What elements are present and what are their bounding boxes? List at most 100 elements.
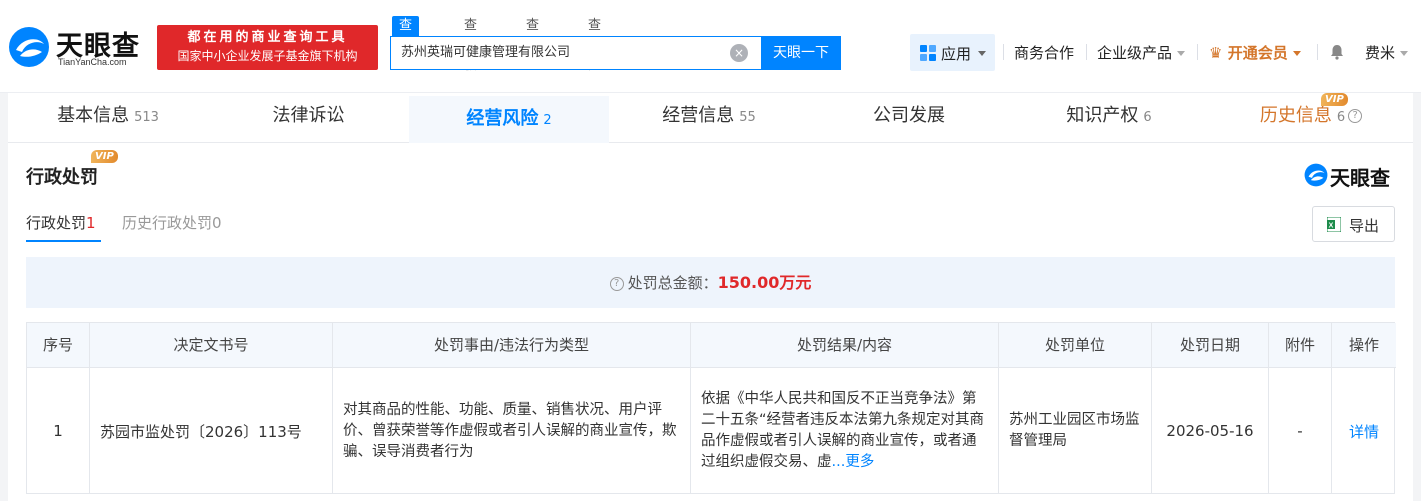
search-tab-risk[interactable]: 查风险 xyxy=(581,16,608,73)
tab-label: 公司发展 xyxy=(873,105,945,126)
promo-banner[interactable]: 都在用的商业查询工具 国家中小企业发展子基金旗下机构 xyxy=(157,25,378,70)
crown-icon: ♛ xyxy=(1209,44,1223,62)
th-attachment: 附件 xyxy=(1269,323,1332,367)
excel-icon: X xyxy=(1327,217,1341,232)
tab-business-info[interactable]: 经营信息 55 xyxy=(609,93,809,143)
section-title: 行政处罚 xyxy=(26,167,98,188)
th-reason: 处罚事由/违法行为类型 xyxy=(333,323,691,367)
help-icon[interactable]: ? xyxy=(609,276,624,291)
chevron-down-icon xyxy=(1292,51,1301,56)
tab-history[interactable]: 历史信息 6? xyxy=(1209,93,1413,143)
tab-count: 6 xyxy=(1143,110,1152,125)
chevron-down-icon xyxy=(1399,51,1408,56)
tab-label: 经营风险 xyxy=(466,108,539,129)
search-input[interactable]: 苏州英瑞可健康管理有限公司 xyxy=(401,37,731,69)
nav-divider xyxy=(1086,44,1087,60)
th-result: 处罚结果/内容 xyxy=(691,323,999,367)
tab-development[interactable]: 公司发展 xyxy=(809,93,1009,143)
tab-count: 2 xyxy=(543,113,552,128)
tab-label: 知识产权 xyxy=(1066,105,1139,126)
search-button[interactable]: 天眼一下 xyxy=(761,36,841,70)
tab-business-risk[interactable]: 经营风险 2 xyxy=(409,93,609,143)
td-result: 依据《中华人民共和国反不正当竞争法》第二十五条“经营者违反本法第九条规定对其商品… xyxy=(691,368,999,494)
main-card: 基本信息 513 法律诉讼 经营风险 2 经营信息 55 公司发展 知识产权 6 历史信… xyxy=(8,93,1413,501)
th-doc-no: 决定文书号 xyxy=(90,323,333,367)
nav-divider xyxy=(1003,44,1004,60)
nav-divider xyxy=(1317,44,1318,60)
logo-mark-icon xyxy=(1304,163,1328,187)
chevron-down-icon xyxy=(1176,51,1185,56)
tab-ip[interactable]: 知识产权 6 xyxy=(1009,93,1209,143)
subtab-penalty[interactable]: 行政处罚1 xyxy=(26,212,96,233)
vip-badge: VIP xyxy=(91,150,118,163)
search-tab-relation[interactable]: 查关系 xyxy=(519,16,546,73)
nav-business[interactable]: 商务合作 xyxy=(1014,42,1074,63)
more-link[interactable]: ...更多 xyxy=(832,454,875,470)
export-label: 导出 xyxy=(1349,217,1380,235)
tab-label: 基本信息 xyxy=(57,105,130,126)
td-attachment: - xyxy=(1269,368,1332,494)
nav-enterprise-label: 企业级产品 xyxy=(1097,44,1173,62)
td-action: 详情 xyxy=(1332,368,1396,494)
tianyancha-logo[interactable]: 天眼查 TianYanCha.com xyxy=(8,24,148,70)
summary-label: 处罚总金额： xyxy=(627,274,718,292)
td-doc-no: 苏园市监处罚〔2026〕113号 xyxy=(90,368,333,494)
tab-legal[interactable]: 法律诉讼 xyxy=(208,93,409,143)
grid-icon xyxy=(920,45,936,61)
summary-amount: 150.00万元 xyxy=(717,273,812,292)
subtab-active-indicator xyxy=(26,240,101,242)
tab-count: 55 xyxy=(739,110,756,125)
nav-vip[interactable]: ♛ 开通会员 xyxy=(1209,42,1301,63)
bell-icon[interactable] xyxy=(1329,44,1345,60)
svg-text:X: X xyxy=(1329,223,1334,230)
banner-line1: 都在用的商业查询工具 xyxy=(187,30,348,45)
nav-enterprise[interactable]: 企业级产品 xyxy=(1097,42,1185,63)
nav-vip-label: 开通会员 xyxy=(1227,44,1288,62)
banner-line2: 国家中小企业发展子基金旗下机构 xyxy=(177,49,358,63)
brand-watermark-text: 天眼查 xyxy=(1330,166,1390,190)
td-unit-text: 苏州工业园区市场监督管理局 xyxy=(1009,412,1140,449)
subtab-history-penalty[interactable]: 历史行政处罚0 xyxy=(122,212,222,233)
nav-user-label: 费米 xyxy=(1365,44,1396,62)
search-tab-boss[interactable]: 查老板 xyxy=(457,16,484,73)
tab-count: 513 xyxy=(134,110,159,125)
top-header: 天眼查 TianYanCha.com 都在用的商业查询工具 国家中小企业发展子基… xyxy=(0,0,1421,93)
nav-divider xyxy=(1197,44,1198,60)
td-reason: 对其商品的性能、功能、质量、销售状况、用户评价、曾获荣誉等作虚假或者引人误解的商… xyxy=(333,368,691,494)
detail-link[interactable]: 详情 xyxy=(1349,421,1379,442)
nav-user[interactable]: 费米 xyxy=(1365,42,1408,63)
tab-label: 经营信息 xyxy=(662,105,735,126)
td-reason-text: 对其商品的性能、功能、质量、销售状况、用户评价、曾获荣誉等作虚假或者引人误解的商… xyxy=(343,401,677,460)
chevron-down-icon xyxy=(978,51,986,56)
tab-label: 法律诉讼 xyxy=(272,105,345,126)
td-date: 2026-05-16 xyxy=(1152,368,1269,494)
close-circle-icon[interactable]: × xyxy=(730,44,748,62)
nav-app-menu[interactable]: 应用 xyxy=(910,34,995,71)
search-box: 苏州英瑞可健康管理有限公司 × 天眼一下 xyxy=(390,36,841,70)
th-index: 序号 xyxy=(27,323,90,367)
main-tabs: 基本信息 513 法律诉讼 经营风险 2 经营信息 55 公司发展 知识产权 6 历史信… xyxy=(8,93,1413,143)
logo-domain: TianYanCha.com xyxy=(58,57,127,67)
tab-basic-info[interactable]: 基本信息 513 xyxy=(8,93,208,143)
export-button[interactable]: X 导出 xyxy=(1312,206,1395,242)
nav-app-label: 应用 xyxy=(941,45,972,63)
td-index: 1 xyxy=(27,368,90,494)
subtab-count: 1 xyxy=(86,214,96,232)
penalty-summary: ? 处罚总金额：150.00万元 xyxy=(26,257,1395,308)
th-date: 处罚日期 xyxy=(1152,323,1269,367)
logo-mark-icon xyxy=(9,27,49,67)
subtab-label: 行政处罚 xyxy=(26,214,87,232)
th-unit: 处罚单位 xyxy=(999,323,1152,367)
help-icon[interactable]: ? xyxy=(1348,109,1363,123)
td-result-text: 依据《中华人民共和国反不正当竞争法》第二十五条“经营者违反本法第九条规定对其商品… xyxy=(701,389,988,473)
search-tab-company[interactable]: 查公司 xyxy=(392,16,420,73)
tab-count: 6 xyxy=(1336,110,1346,125)
vip-badge: VIP xyxy=(1321,93,1348,106)
subtab-count: 0 xyxy=(212,214,222,232)
table-row: 1 苏园市监处罚〔2026〕113号 对其商品的性能、功能、质量、销售状况、用户… xyxy=(27,368,1396,494)
tab-label: 历史信息 xyxy=(1259,105,1332,126)
td-unit: 苏州工业园区市场监督管理局 xyxy=(999,368,1152,494)
penalty-table: 序号 决定文书号 处罚事由/违法行为类型 处罚结果/内容 处罚单位 处罚日期 附… xyxy=(26,322,1396,494)
table-header: 序号 决定文书号 处罚事由/违法行为类型 处罚结果/内容 处罚单位 处罚日期 附… xyxy=(27,323,1396,368)
th-action: 操作 xyxy=(1348,336,1379,354)
